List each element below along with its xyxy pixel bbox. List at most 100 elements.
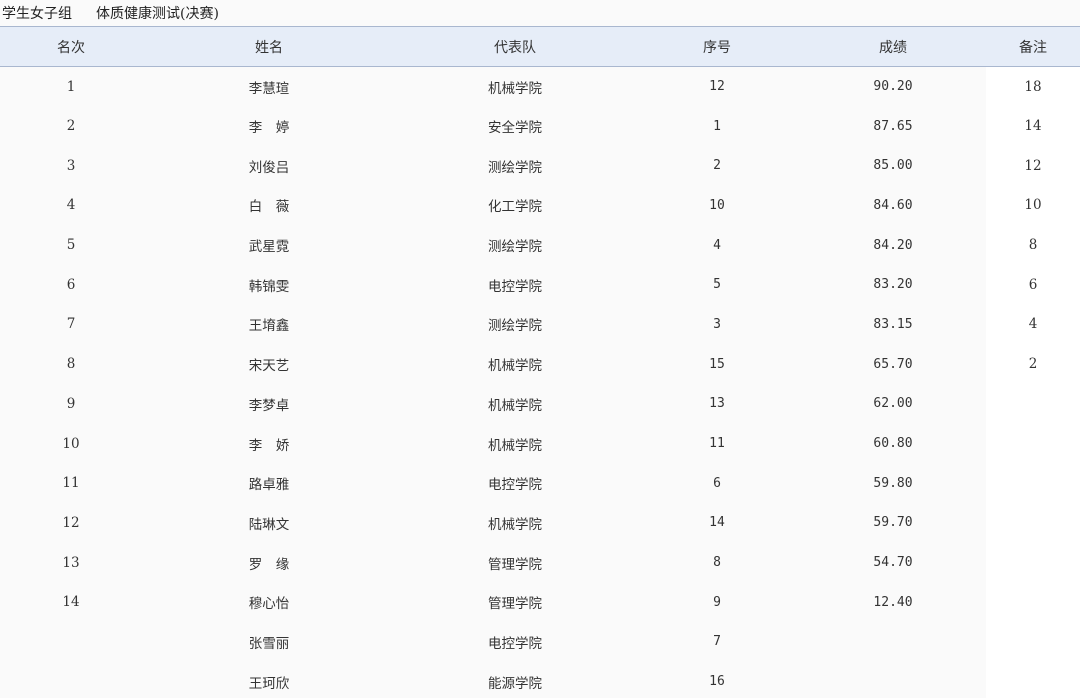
cell-seq: 7 (713, 634, 721, 650)
table-row: 14 穆心怡 管理学院 9 12.40 (0, 582, 1080, 623)
cell-rank: 11 (62, 475, 80, 492)
cell-seq: 2 (713, 158, 721, 174)
cell-score: 87.65 (873, 118, 913, 134)
cell-score: 12.40 (873, 594, 913, 610)
cell-seq: 8 (713, 555, 721, 571)
cell-score: 83.20 (873, 277, 913, 293)
table-row: 11 路卓雅 电控学院 6 59.80 (0, 463, 1080, 504)
cell-note (986, 384, 1080, 424)
cell-seq: 12 (709, 79, 725, 95)
cell-score (800, 622, 986, 662)
cell-name: 张雪丽 (248, 635, 290, 652)
cell-note (986, 423, 1080, 464)
cell-team: 机械学院 (488, 358, 542, 375)
cell-name: 穆心怡 (248, 596, 290, 613)
cell-team: 电控学院 (488, 635, 542, 652)
results-table: 名次 姓名 代表队 序号 成绩 备注 1 李慧瑄 机械学院 12 90.20 18 2 李 婷… (0, 26, 1080, 698)
cell-team: 机械学院 (488, 397, 542, 414)
cell-score: 65.70 (873, 356, 913, 372)
cell-rank: 8 (66, 356, 76, 373)
cell-seq: 16 (709, 674, 725, 690)
cell-score: 59.70 (873, 515, 913, 531)
cell-score: 59.80 (873, 475, 913, 491)
cell-score: 84.60 (873, 197, 913, 213)
cell-team: 测绘学院 (488, 239, 542, 256)
table-row: 4 白 薇 化工学院 10 84.60 10 (0, 185, 1080, 226)
cell-rank: 3 (66, 157, 76, 174)
header-note: 备注 (1019, 39, 1047, 56)
cell-rank: 5 (66, 237, 76, 254)
cell-seq: 13 (709, 396, 725, 412)
table-row: 王珂欣 能源学院 16 (0, 661, 1080, 698)
table-row: 13 罗 缘 管理学院 8 54.70 (0, 542, 1080, 583)
cell-seq: 3 (713, 316, 721, 332)
cell-name: 李梦卓 (248, 397, 290, 414)
cell-rank: 4 (66, 197, 76, 214)
cell-name: 白 薇 (248, 199, 290, 216)
cell-name: 路卓雅 (248, 477, 290, 494)
cell-note (986, 542, 1080, 583)
cell-rank: 7 (66, 316, 76, 333)
cell-team: 机械学院 (488, 80, 542, 97)
cell-note: 14 (986, 106, 1080, 146)
cell-rank: 6 (66, 276, 76, 293)
cell-name: 王堉鑫 (248, 318, 290, 335)
cell-score: 84.20 (873, 237, 913, 253)
cell-seq: 9 (713, 594, 721, 610)
table-row: 9 李梦卓 机械学院 13 62.00 (0, 384, 1080, 424)
cell-score: 83.15 (873, 316, 913, 332)
cell-name: 刘俊吕 (248, 159, 290, 176)
cell-score: 60.80 (873, 436, 913, 452)
cell-team: 安全学院 (488, 120, 542, 137)
cell-seq: 15 (709, 356, 725, 372)
cell-name: 罗 缘 (248, 556, 290, 573)
table-row: 7 王堉鑫 测绘学院 3 83.15 4 (0, 304, 1080, 345)
cell-name: 李慧瑄 (248, 80, 290, 97)
cell-note: 10 (986, 185, 1080, 226)
cell-team: 电控学院 (488, 278, 542, 295)
header-team: 代表队 (494, 39, 536, 56)
cell-rank: 10 (62, 435, 80, 452)
cell-note (986, 503, 1080, 543)
group-title: 学生女子组 (2, 6, 72, 22)
table-row: 6 韩锦雯 电控学院 5 83.20 6 (0, 264, 1080, 305)
cell-note: 12 (986, 145, 1080, 186)
cell-rank: 2 (66, 118, 76, 135)
header-score: 成绩 (879, 39, 907, 56)
cell-name: 王珂欣 (248, 675, 290, 692)
cell-team: 管理学院 (488, 556, 542, 573)
cell-note (986, 582, 1080, 623)
table-row: 8 宋天艺 机械学院 15 65.70 2 (0, 344, 1080, 384)
cell-team: 电控学院 (488, 477, 542, 494)
cell-note (986, 463, 1080, 504)
table-row: 5 武星霓 测绘学院 4 84.20 8 (0, 225, 1080, 265)
cell-seq: 1 (713, 118, 721, 134)
header-seq: 序号 (703, 39, 731, 56)
cell-rank: 9 (66, 395, 76, 412)
cell-seq: 10 (709, 197, 725, 213)
cell-seq: 5 (713, 277, 721, 293)
table-row: 12 陆琳文 机械学院 14 59.70 (0, 503, 1080, 543)
table-title: 学生女子组 体质健康测试(决赛) (0, 0, 1080, 26)
cell-note (986, 622, 1080, 662)
header-rank: 名次 (57, 39, 85, 56)
cell-note: 18 (986, 66, 1080, 107)
cell-rank (0, 662, 142, 698)
cell-team: 测绘学院 (488, 159, 542, 176)
cell-rank (0, 622, 142, 662)
cell-note: 2 (986, 344, 1080, 384)
cell-rank: 12 (62, 514, 80, 531)
cell-rank: 14 (62, 594, 80, 611)
cell-team: 机械学院 (488, 437, 542, 454)
cell-seq: 14 (709, 515, 725, 531)
cell-team: 能源学院 (488, 675, 542, 692)
cell-name: 李 娇 (248, 437, 290, 454)
cell-seq: 6 (713, 475, 721, 491)
table-row: 10 李 娇 机械学院 11 60.80 (0, 423, 1080, 464)
cell-name: 宋天艺 (248, 358, 290, 375)
header-name: 姓名 (255, 39, 283, 56)
cell-name: 陆琳文 (248, 516, 290, 533)
cell-team: 测绘学院 (488, 318, 542, 335)
table-body: 1 李慧瑄 机械学院 12 90.20 18 2 李 婷安全学院 1 87.65 14 3 刘俊吕 测绘学… (0, 66, 1080, 698)
cell-score: 62.00 (873, 396, 913, 412)
